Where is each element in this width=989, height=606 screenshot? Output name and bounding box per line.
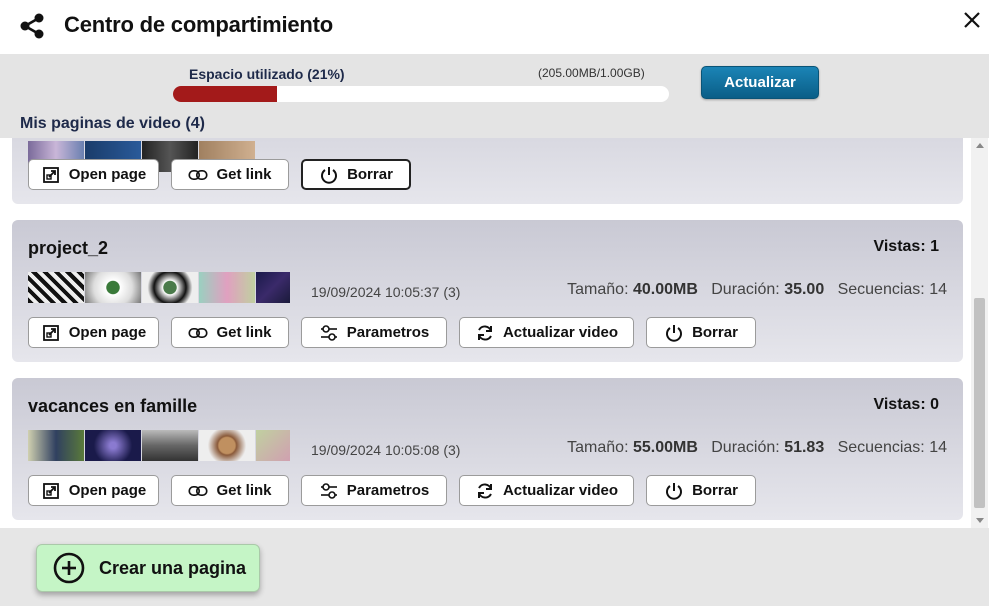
video-pages-list[interactable]: Open page Get link Borrar project_2 Vist… bbox=[4, 138, 971, 528]
update-video-label: Actualizar video bbox=[502, 324, 619, 341]
sliders-icon bbox=[320, 324, 337, 341]
parameters-button[interactable]: Parametros bbox=[301, 317, 447, 348]
thumbnail bbox=[85, 430, 141, 461]
sequences-label: Secuencias: bbox=[837, 281, 925, 298]
dialog-header: Centro de compartimiento bbox=[0, 0, 989, 54]
power-icon bbox=[321, 166, 338, 184]
card-meta: Tamaño: 40.00MB Duración: 35.00 Secuenci… bbox=[567, 281, 947, 299]
link-icon bbox=[188, 169, 209, 180]
dialog-title: Centro de compartimiento bbox=[64, 12, 334, 37]
sequences-label: Secuencias: bbox=[837, 439, 925, 456]
delete-button[interactable]: Borrar bbox=[646, 475, 756, 506]
parameters-button[interactable]: Parametros bbox=[301, 475, 447, 506]
power-icon bbox=[666, 324, 683, 342]
thumbnail bbox=[85, 272, 141, 303]
open-page-label: Open page bbox=[68, 324, 147, 341]
refresh-icon bbox=[477, 482, 492, 499]
get-link-label: Get link bbox=[216, 166, 272, 183]
scroll-up-arrow[interactable] bbox=[976, 143, 984, 148]
share-icon bbox=[20, 13, 44, 39]
open-page-button[interactable]: Open page bbox=[28, 475, 159, 506]
scroll-down-arrow[interactable] bbox=[976, 518, 984, 523]
thumbnail bbox=[142, 430, 198, 461]
duration-label: Duración: bbox=[711, 281, 780, 298]
get-link-button[interactable]: Get link bbox=[171, 159, 289, 190]
delete-label: Borrar bbox=[692, 324, 738, 341]
card-date: 19/09/2024 10:05:08 (3) bbox=[311, 442, 461, 458]
duration-label: Duración: bbox=[711, 439, 780, 456]
delete-label: Borrar bbox=[692, 482, 738, 499]
delete-button[interactable]: Borrar bbox=[646, 317, 756, 348]
thumbnail bbox=[256, 272, 290, 303]
duration-value: 35.00 bbox=[784, 281, 825, 298]
sliders-icon bbox=[320, 482, 337, 499]
parameters-label: Parametros bbox=[346, 482, 430, 499]
size-value: 40.00MB bbox=[632, 281, 698, 298]
scrollbar-thumb[interactable] bbox=[974, 298, 985, 508]
update-video-button[interactable]: Actualizar video bbox=[459, 475, 634, 506]
open-external-icon bbox=[42, 482, 59, 499]
video-page-card: project_2 Vistas: 1 19/09/2024 10:05:37 … bbox=[12, 220, 963, 362]
update-video-button[interactable]: Actualizar video bbox=[459, 317, 634, 348]
thumbnail bbox=[256, 430, 290, 461]
storage-used-label: Espacio utilizado (21%) bbox=[189, 66, 345, 82]
thumbnail bbox=[199, 430, 255, 461]
card-actions: Open page Get link Parametros Actualizar… bbox=[28, 317, 768, 348]
get-link-button[interactable]: Get link bbox=[171, 475, 289, 506]
get-link-label: Get link bbox=[216, 324, 272, 341]
card-actions: Open page Get link Parametros Actualizar… bbox=[28, 475, 768, 506]
sequences-value: 14 bbox=[929, 281, 947, 298]
delete-button[interactable]: Borrar bbox=[301, 159, 411, 190]
storage-progress-bar bbox=[173, 86, 669, 102]
card-date: 19/09/2024 10:05:37 (3) bbox=[311, 284, 461, 300]
open-page-button[interactable]: Open page bbox=[28, 159, 159, 190]
list-scrollbar[interactable] bbox=[971, 138, 988, 528]
storage-size-text: (205.00MB/1.00GB) bbox=[538, 66, 645, 80]
dialog-footer: Crear una pagina bbox=[0, 528, 989, 606]
card-title: project_2 bbox=[28, 238, 109, 258]
storage-panel: Espacio utilizado (21%) (205.00MB/1.00GB… bbox=[0, 54, 989, 138]
card-views: Vistas: 0 bbox=[873, 396, 939, 413]
open-page-button[interactable]: Open page bbox=[28, 317, 159, 348]
get-link-button[interactable]: Get link bbox=[171, 317, 289, 348]
card-title: vacances en famille bbox=[28, 396, 198, 416]
delete-label: Borrar bbox=[347, 166, 393, 183]
thumbnail bbox=[28, 430, 84, 461]
thumbnail bbox=[199, 272, 255, 303]
link-icon bbox=[188, 485, 209, 496]
close-icon[interactable] bbox=[960, 8, 984, 32]
refresh-icon bbox=[477, 324, 492, 341]
plus-circle-icon bbox=[53, 552, 85, 584]
storage-progress-fill bbox=[173, 86, 278, 102]
create-page-button[interactable]: Crear una pagina bbox=[36, 544, 260, 592]
video-page-card: Open page Get link Borrar bbox=[12, 138, 963, 204]
open-external-icon bbox=[42, 324, 59, 341]
create-page-label: Crear una pagina bbox=[99, 557, 247, 578]
size-label: Tamaño: bbox=[567, 439, 629, 456]
video-pages-title: Mis paginas de video (4) bbox=[20, 115, 205, 132]
open-page-label: Open page bbox=[68, 166, 147, 183]
get-link-label: Get link bbox=[216, 482, 272, 499]
update-button[interactable]: Actualizar bbox=[701, 66, 819, 99]
thumbnail bbox=[28, 272, 84, 303]
parameters-label: Parametros bbox=[346, 324, 430, 341]
thumbnail bbox=[142, 272, 198, 303]
open-external-icon bbox=[42, 166, 59, 183]
update-video-label: Actualizar video bbox=[502, 482, 619, 499]
open-page-label: Open page bbox=[68, 482, 147, 499]
link-icon bbox=[188, 327, 209, 338]
thumbnail-strip bbox=[28, 430, 291, 461]
card-actions: Open page Get link Borrar bbox=[28, 159, 423, 190]
sequences-value: 14 bbox=[929, 439, 947, 456]
card-views: Vistas: 1 bbox=[873, 238, 939, 255]
card-meta: Tamaño: 55.00MB Duración: 51.83 Secuenci… bbox=[567, 439, 947, 457]
video-page-card: vacances en famille Vistas: 0 19/09/2024… bbox=[12, 378, 963, 520]
thumbnail-strip bbox=[28, 272, 291, 303]
size-label: Tamaño: bbox=[567, 281, 629, 298]
duration-value: 51.83 bbox=[784, 439, 825, 456]
power-icon bbox=[666, 482, 683, 500]
size-value: 55.00MB bbox=[632, 439, 698, 456]
